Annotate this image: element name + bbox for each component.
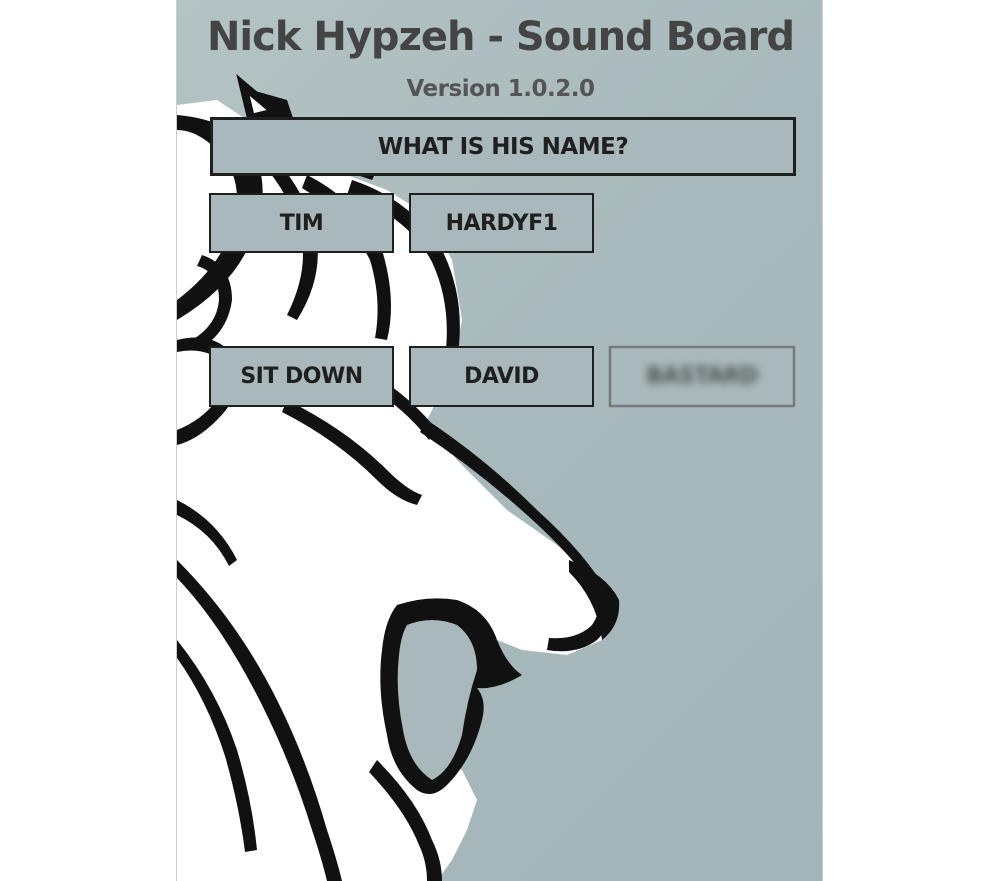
obscured-label: BASTARD bbox=[646, 364, 758, 389]
what-is-his-name-label: WHAT IS HIS NAME? bbox=[377, 133, 629, 160]
what-is-his-name-button[interactable]: WHAT IS HIS NAME? bbox=[210, 117, 796, 176]
david-button[interactable]: DAVID bbox=[409, 346, 594, 407]
hardyf1-button[interactable]: HARDYF1 bbox=[409, 193, 594, 253]
tim-label: TIM bbox=[279, 210, 324, 236]
sit-down-button[interactable]: SIT DOWN bbox=[209, 346, 394, 407]
tim-button[interactable]: TIM bbox=[209, 193, 394, 253]
hardyf1-label: HARDYF1 bbox=[445, 210, 558, 236]
david-label: DAVID bbox=[464, 364, 539, 389]
soundboard-window: Nick Hypzeh - Sound Board Version 1.0.2.… bbox=[176, 0, 823, 881]
obscured-button[interactable]: BASTARD bbox=[609, 346, 795, 407]
version-label: Version 1.0.2.0 bbox=[406, 76, 595, 102]
app-title: Nick Hypzeh - Sound Board bbox=[206, 14, 795, 60]
sit-down-label: SIT DOWN bbox=[240, 364, 363, 389]
